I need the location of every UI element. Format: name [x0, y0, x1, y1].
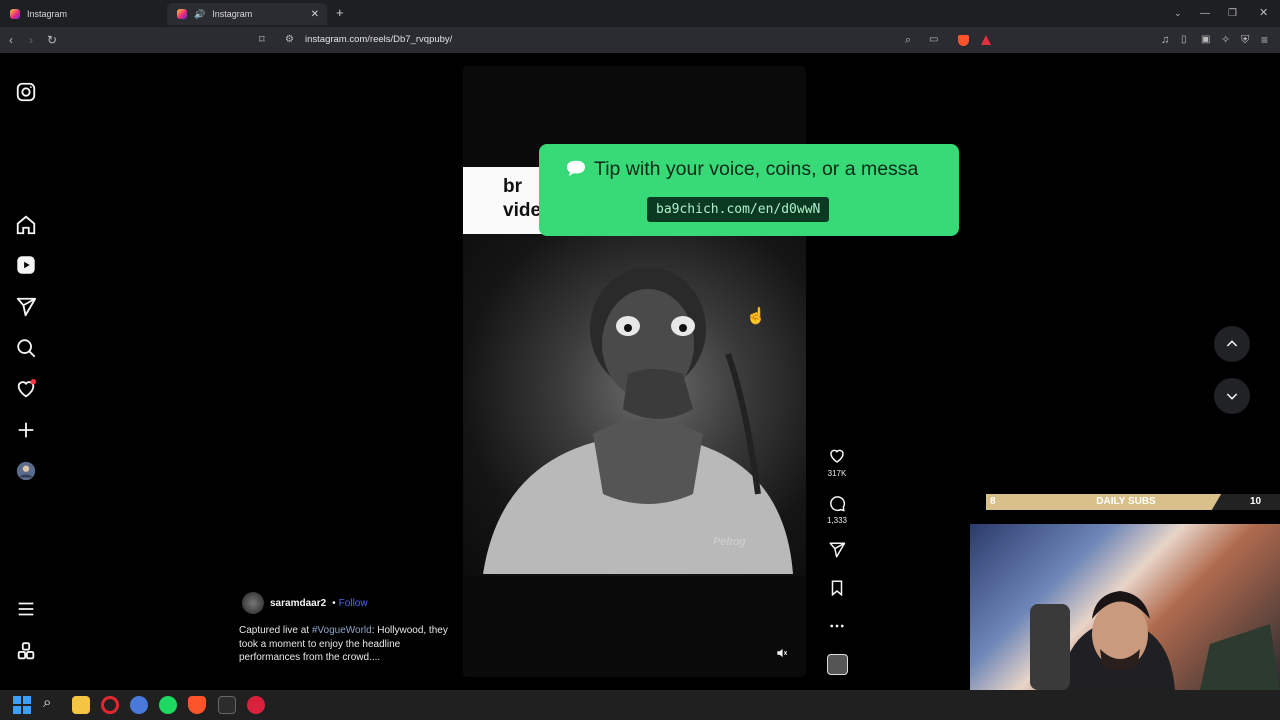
- cast-icon[interactable]: ▭: [929, 27, 938, 53]
- like-count: 317K: [827, 469, 847, 478]
- recording-app-icon[interactable]: [247, 696, 265, 714]
- profile-avatar[interactable]: [15, 460, 37, 482]
- site-info-icon[interactable]: ⚙: [285, 27, 294, 53]
- reels-icon[interactable]: [15, 254, 37, 276]
- close-window-icon[interactable]: ✕: [1259, 0, 1268, 27]
- bookmark-page-icon[interactable]: ⌑: [259, 27, 265, 53]
- previous-reel-button[interactable]: [1214, 326, 1250, 362]
- mute-toggle-icon[interactable]: [775, 646, 793, 664]
- instagram-favicon-icon: [177, 9, 187, 19]
- file-explorer-icon[interactable]: [72, 696, 90, 714]
- share-button[interactable]: [822, 541, 852, 563]
- opera-icon[interactable]: [101, 696, 119, 714]
- also-from-meta-icon[interactable]: [15, 640, 37, 662]
- url-bar[interactable]: instagram.com/reels/Db7_rvqpuby/: [305, 27, 452, 53]
- spotify-icon[interactable]: [159, 696, 177, 714]
- brave-shield-icon[interactable]: [958, 35, 969, 46]
- reel-info: saramdaar2 • Follow Captured live at #Vo…: [239, 592, 449, 665]
- notifications-heart-icon[interactable]: [15, 378, 37, 400]
- reel-caption[interactable]: Captured live at #VogueWorld: Hollywood,…: [239, 624, 449, 665]
- os-taskbar: ⌕: [0, 690, 1280, 720]
- like-button[interactable]: 317K: [822, 447, 852, 478]
- author-avatar[interactable]: [242, 592, 264, 614]
- reload-icon[interactable]: ↻: [47, 27, 57, 53]
- person-silhouette: [483, 267, 793, 574]
- browser-toolbar: ‹ › ↻ ⌑ ⚙ instagram.com/reels/Db7_rvqpub…: [0, 27, 1280, 53]
- instagram-logo-icon[interactable]: [15, 81, 37, 103]
- send-icon[interactable]: [15, 296, 37, 318]
- tab-label: Instagram: [212, 9, 253, 19]
- sidebar-icon[interactable]: ▯: [1181, 27, 1187, 53]
- restore-icon[interactable]: ❐: [1228, 0, 1237, 27]
- forward-icon[interactable]: ›: [29, 27, 33, 53]
- author-username[interactable]: saramdaar2: [270, 598, 326, 609]
- tab-list-icon[interactable]: ⌄: [1174, 0, 1182, 27]
- chat-bubble-icon: [565, 159, 587, 177]
- windows-start-icon[interactable]: [13, 696, 31, 714]
- audio-avatar[interactable]: [827, 654, 848, 675]
- more-options-button[interactable]: [822, 617, 852, 639]
- follow-button[interactable]: Follow: [339, 598, 368, 609]
- app-icon[interactable]: [130, 696, 148, 714]
- menu-icon[interactable]: ≡: [1261, 27, 1268, 53]
- video-watermark: Pefrog: [713, 536, 746, 548]
- taskbar-search-icon[interactable]: ⌕: [43, 694, 51, 711]
- wallet-icon[interactable]: ▣: [1201, 27, 1210, 53]
- next-reel-button[interactable]: [1214, 378, 1250, 414]
- send-icon: [829, 542, 846, 558]
- zoom-icon[interactable]: ⌕: [905, 27, 911, 53]
- leo-ai-icon[interactable]: ✧: [1221, 27, 1230, 53]
- speaker-icon: 🔊: [194, 8, 206, 19]
- tip-link[interactable]: ba9chich.com/en/d0wwN: [647, 197, 830, 222]
- comment-button[interactable]: 1,333: [822, 494, 852, 525]
- chevron-up-icon: [1226, 340, 1238, 347]
- brave-browser-icon[interactable]: [188, 696, 206, 714]
- back-icon[interactable]: ‹: [9, 27, 13, 53]
- vpn-icon[interactable]: ⛨: [1241, 27, 1249, 53]
- home-icon[interactable]: [15, 214, 37, 236]
- close-tab-icon[interactable]: ✕: [311, 9, 319, 20]
- streamer-webcam: [970, 524, 1280, 690]
- subs-title: DAILY SUBS: [1096, 496, 1156, 507]
- more-icon: [830, 624, 844, 628]
- comment-count: 1,333: [826, 516, 848, 525]
- browser-tab-active[interactable]: 🔊 Instagram ✕: [167, 3, 327, 25]
- instagram-favicon-icon: [10, 9, 20, 19]
- daily-subs-bar: 8 DAILY SUBS 10: [986, 494, 1280, 510]
- browser-tab-bar: Instagram 🔊 Instagram ✕ + ⌄ — ❐ ✕: [0, 0, 1280, 27]
- browser-tab[interactable]: Instagram: [0, 3, 165, 25]
- caption-hashtag[interactable]: #VogueWorld: [312, 625, 372, 636]
- hand-cursor-icon: ☝: [746, 308, 766, 325]
- webcam-scene: [1030, 591, 1280, 690]
- app-window-icon[interactable]: [218, 696, 236, 714]
- bookmark-icon: [831, 580, 843, 597]
- caption-text: Captured live at: [239, 625, 312, 636]
- more-menu-icon[interactable]: [15, 598, 37, 620]
- create-icon[interactable]: [15, 419, 37, 441]
- minimize-icon[interactable]: —: [1200, 0, 1210, 27]
- media-icon[interactable]: ♫: [1161, 27, 1169, 53]
- comment-icon: [830, 496, 846, 512]
- new-tab-button[interactable]: +: [336, 5, 344, 20]
- brave-rewards-icon[interactable]: [981, 35, 991, 45]
- chevron-down-icon: [1226, 393, 1238, 400]
- tip-message: Tip with your voice, coins, or a messa: [594, 158, 919, 180]
- search-icon[interactable]: [15, 337, 37, 359]
- save-button[interactable]: [822, 579, 852, 601]
- tip-alert-box: Tip with your voice, coins, or a messa b…: [539, 144, 959, 236]
- subs-goal: 10: [1250, 496, 1262, 507]
- tab-label: Instagram: [27, 9, 68, 19]
- heart-icon: [830, 449, 844, 463]
- separator-dot: •: [332, 597, 336, 609]
- video-frame: [463, 234, 806, 576]
